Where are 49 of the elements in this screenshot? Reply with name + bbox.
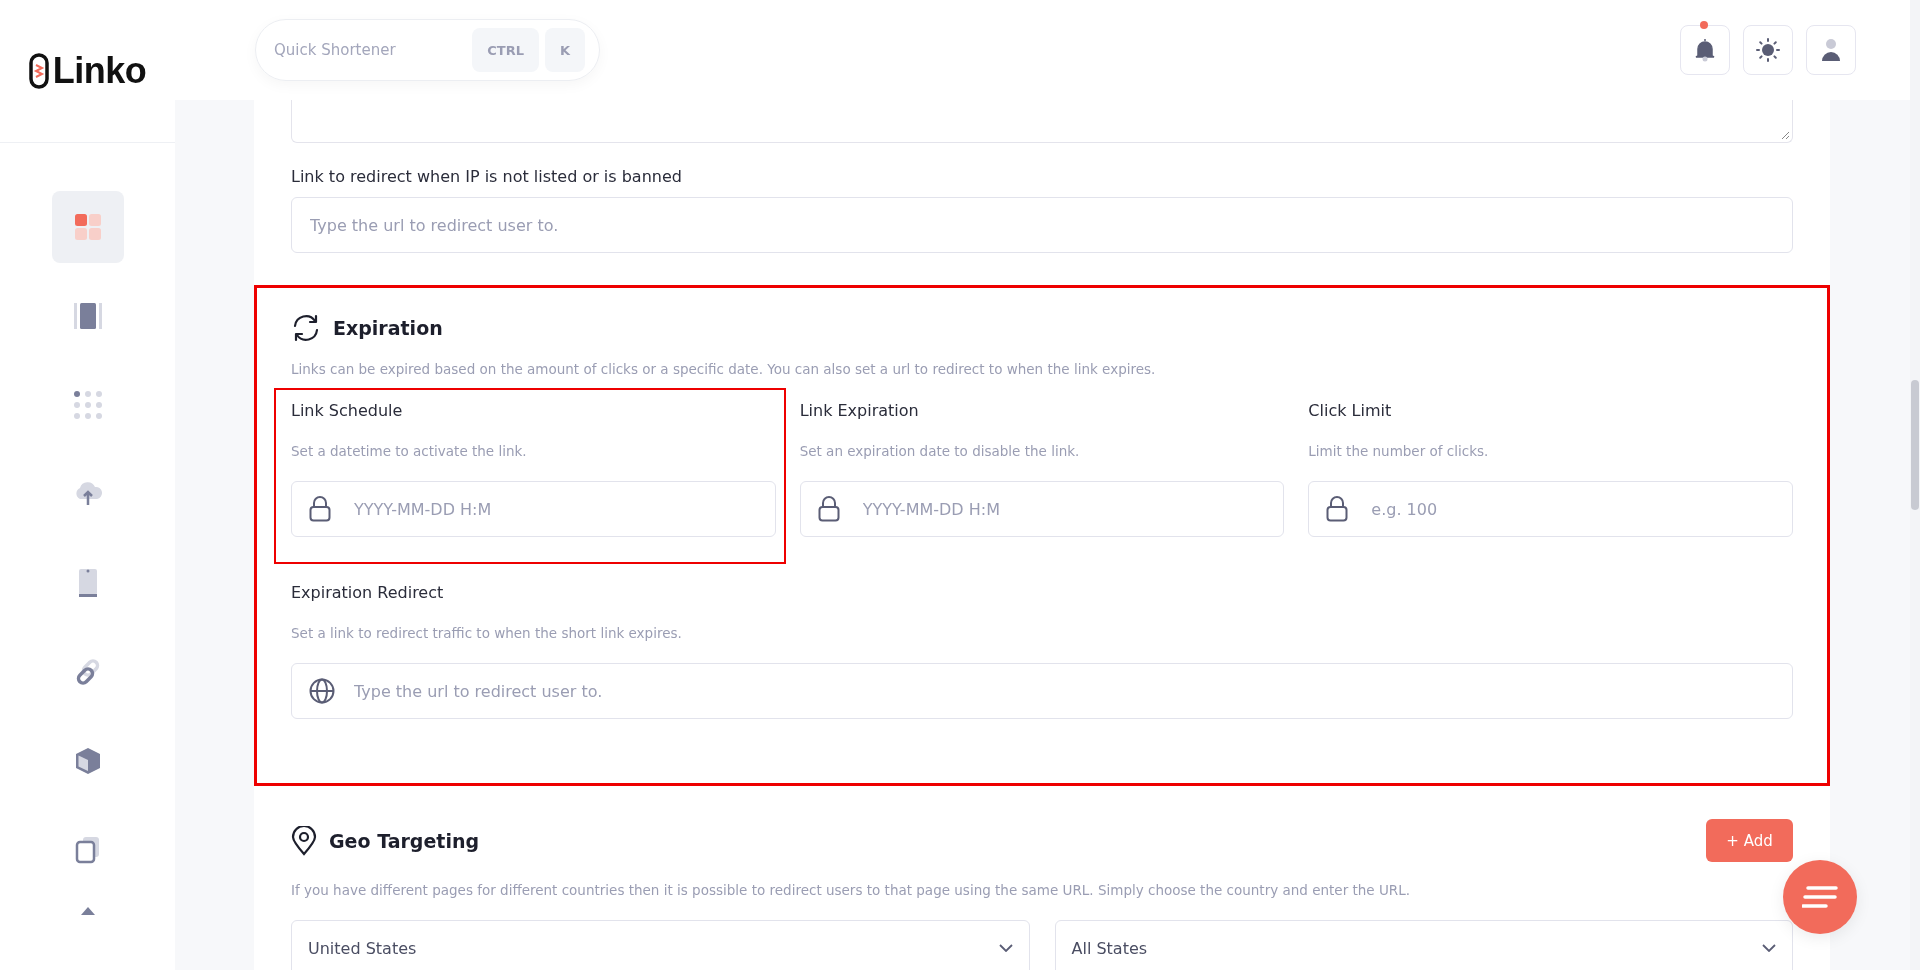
lock-icon: [309, 496, 331, 522]
input-field[interactable]: YYYY-MM-DD H:M: [291, 481, 776, 537]
phone-icon: [78, 569, 97, 597]
theme-toggle-button[interactable]: [1743, 25, 1793, 75]
dots-icon: [73, 391, 102, 419]
field-label: Link Expiration: [799, 400, 920, 422]
shortcut-key: K: [544, 28, 585, 72]
copy-icon: [74, 836, 101, 864]
sidebar-item[interactable]: [51, 191, 124, 263]
country-select[interactable]: United States: [291, 920, 1030, 970]
field-hint: Set a link to redirect traffic to when the short link expires.: [291, 624, 683, 643]
field-label: Expiration Redirect: [291, 582, 445, 604]
sun-icon: [1756, 38, 1780, 62]
section-description: If you have different pages for different countries then it is possible to redirect users to that page using the same URL. Simply choose the country and enter the URL.: [291, 881, 1411, 900]
user-icon: [1821, 38, 1841, 62]
section-description: Links can be expired based on the amount of clicks or a specific date. You can also set a url to redirect to when the link expires.: [291, 360, 1157, 379]
resize-grip-icon: [1781, 131, 1790, 140]
chevron-down-icon: [998, 944, 1013, 952]
refresh-icon: [291, 314, 321, 342]
brand-name: Linko: [52, 50, 147, 92]
field-hint: Limit the number of clicks.: [1308, 442, 1490, 461]
globe-icon: [309, 678, 335, 704]
state-select[interactable]: All States: [1054, 920, 1793, 970]
collapse-icon[interactable]: [80, 907, 95, 915]
url-input-field[interactable]: Type the url to redirect user to.: [291, 197, 1793, 253]
logo-icon: [28, 53, 49, 89]
profile-button[interactable]: [1806, 25, 1856, 75]
input-field[interactable]: e.g. 100: [1308, 481, 1793, 537]
url-input-field[interactable]: Type the url to redirect user to.: [291, 663, 1793, 719]
bell-icon: [1695, 38, 1715, 62]
section-title: Expiration: [333, 317, 443, 339]
input-field[interactable]: YYYY-MM-DD H:M: [799, 481, 1285, 537]
quick-shortener-input[interactable]: Quick Shortener: [272, 40, 467, 60]
field-label: Link to redirect when IP is not listed or is banned: [291, 166, 683, 188]
field-hint: Set a datetime to activate the link.: [291, 442, 528, 461]
field-label: Link Schedule: [291, 400, 404, 422]
shortcut-key: CTRL: [472, 28, 539, 72]
columns-icon: [73, 303, 102, 329]
menu-icon: [1802, 886, 1838, 908]
field-hint: Set an expiration date to disable the link.: [799, 442, 1081, 461]
map-pin-icon: [291, 825, 317, 856]
lock-icon: [1326, 496, 1349, 522]
lock-icon: [817, 496, 840, 522]
field-label: Click Limit: [1308, 400, 1393, 422]
section-title: Geo Targeting: [329, 829, 480, 852]
cube-icon: [74, 747, 101, 775]
scrollbar-thumb[interactable]: [1911, 380, 1919, 510]
grid-icon: [74, 214, 101, 240]
chevron-down-icon: [1762, 944, 1776, 952]
